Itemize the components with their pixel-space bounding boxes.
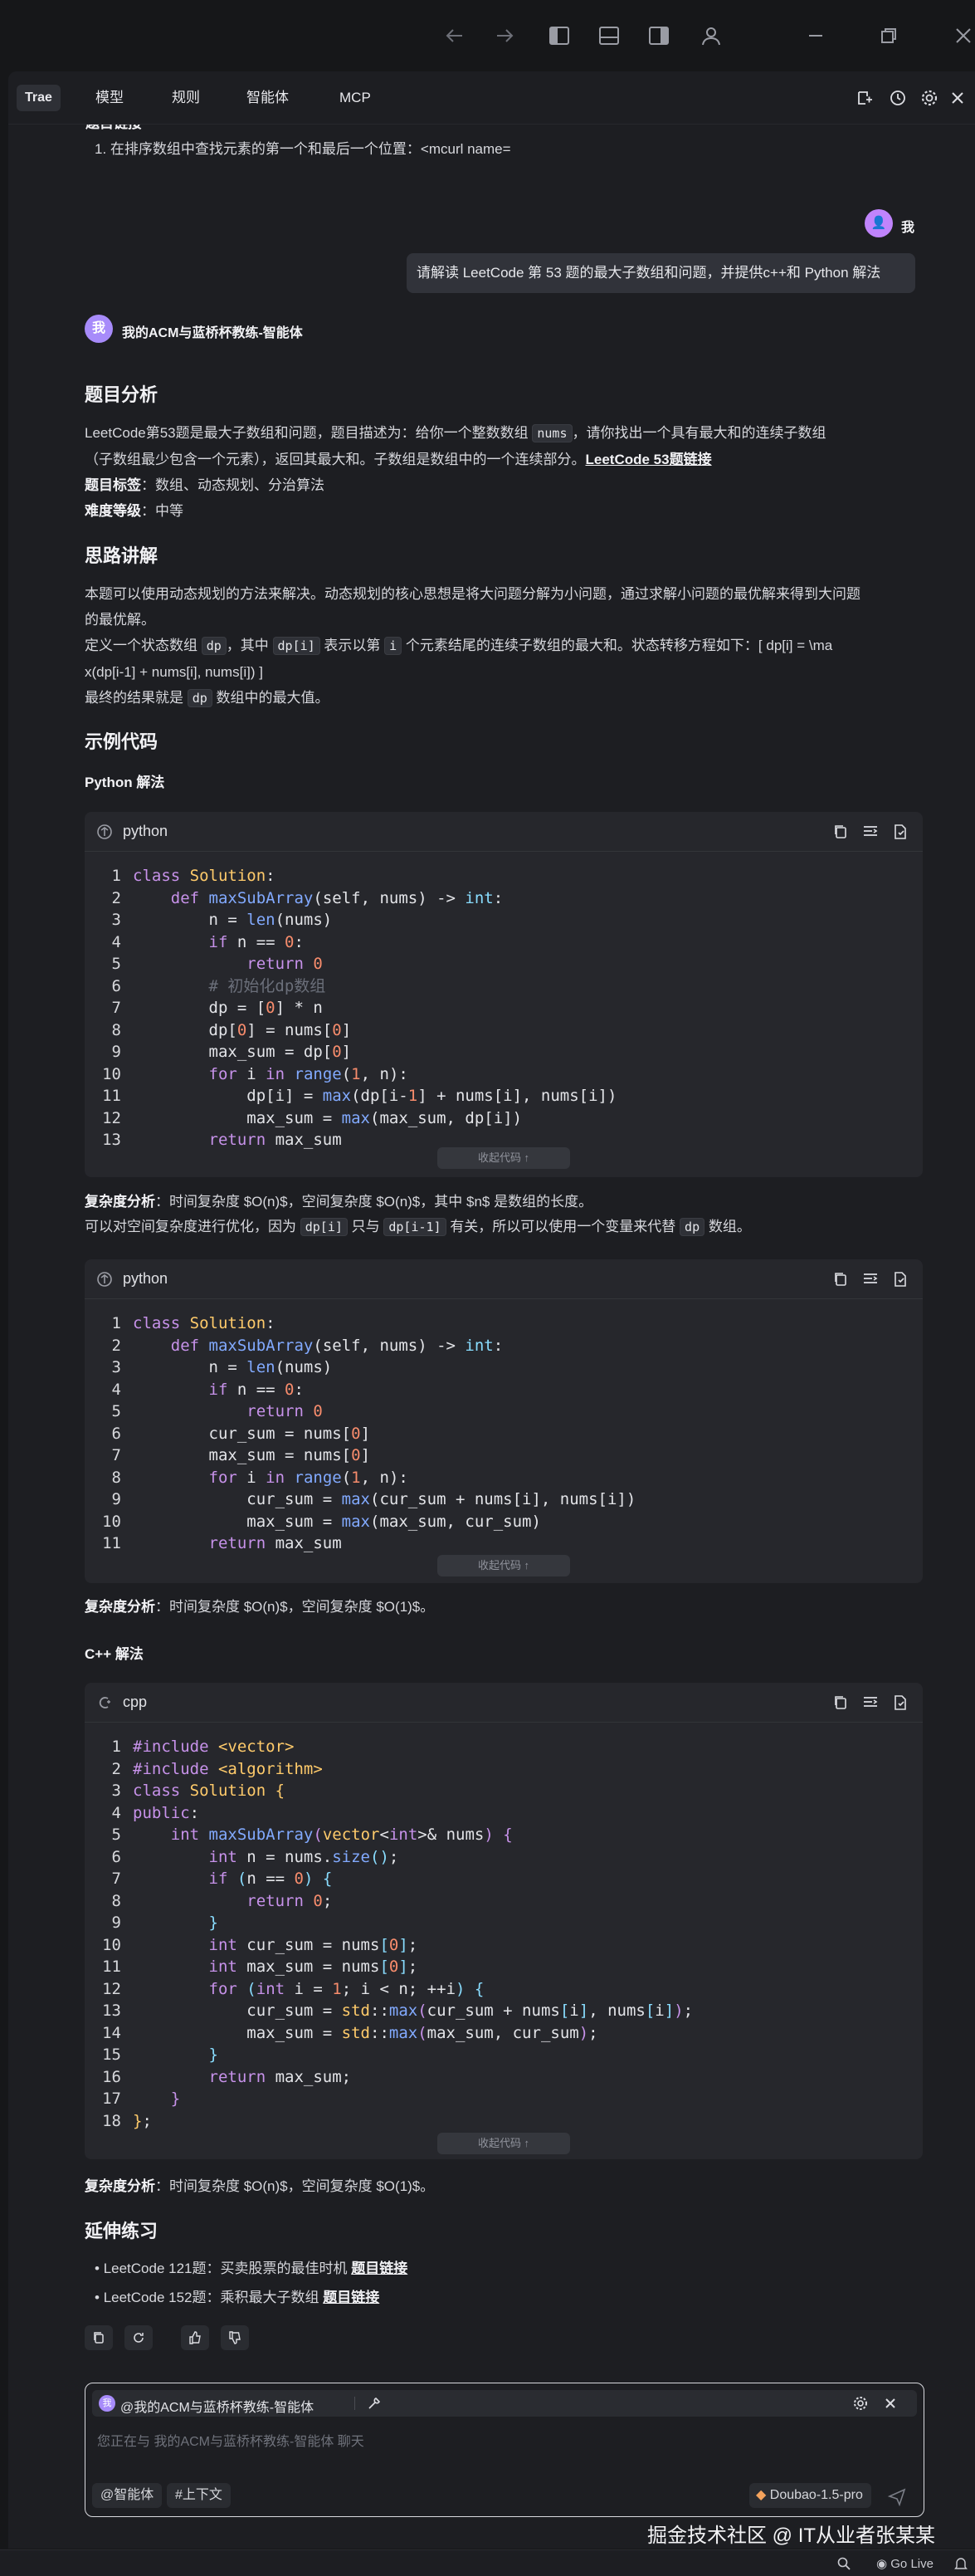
mention-agent-button[interactable]: @智能体 (92, 2483, 163, 2508)
notifications-icon[interactable] (954, 2556, 968, 2571)
code-language-icon (96, 1271, 113, 1288)
code-block-python-2: python 1 class Solution: 2 def maxSubArra… (85, 1259, 923, 1583)
agent-tag-avatar: 我 (99, 2395, 115, 2412)
broadcast-icon: ◉ (876, 2557, 888, 2571)
code-block-header: python (85, 812, 923, 852)
thumbs-up-button[interactable] (181, 2325, 209, 2350)
agent-tag-bar: 我 @我的ACM与蓝桥杯教练-智能体 (92, 2390, 917, 2417)
insert-code-icon[interactable] (861, 1270, 880, 1288)
copy-icon (94, 2332, 104, 2344)
agent-tag-label: @我的ACM与蓝桥杯教练-智能体 (120, 2401, 314, 2415)
code-block-cpp: cpp 1 #include <vector> 2 #include <algori… (85, 1683, 923, 2159)
section-heading-extension: 延伸练习 (85, 2221, 158, 2241)
code-language-icon (96, 1694, 113, 1711)
copy-code-icon[interactable] (831, 1270, 850, 1288)
complexity-analysis-1: 复杂度分析：时间复杂度 $O(n)$，空间复杂度 $O(n)$，其中 $n$ 是… (85, 1194, 593, 1210)
ai-chat-panel: Trae 模型 规则 智能体 MCP 题目链接 1. 在排序数组中查找元素的第一… (8, 71, 975, 2549)
user-avatar: 👤 (865, 209, 893, 237)
complexity-analysis-2: 复杂度分析：时间复杂度 $O(n)$，空间复杂度 $O(1)$。 (85, 1599, 435, 1615)
back-arrow-icon[interactable] (441, 22, 469, 50)
collapse-code-button[interactable]: 收起代码 ↑ (437, 1555, 570, 1576)
status-bar: ◉ Go Live (0, 2549, 975, 2576)
apply-code-icon[interactable] (891, 823, 909, 841)
tab-agents[interactable]: 智能体 (238, 85, 297, 111)
go-live-button[interactable]: ◉ Go Live (876, 2556, 934, 2571)
section-heading-thinking: 思路讲解 (85, 545, 158, 566)
model-icon: ◆ (756, 2488, 767, 2502)
cut-heading: 题目链接 (85, 125, 142, 132)
refresh-icon (134, 2333, 144, 2343)
tab-trae[interactable]: Trae (17, 85, 61, 111)
minimize-icon[interactable] (802, 22, 830, 50)
remove-agent-icon[interactable] (884, 2397, 897, 2410)
restore-icon[interactable] (875, 22, 903, 50)
add-context-button[interactable]: #上下文 (167, 2483, 231, 2508)
user-message-bubble: 请解读 LeetCode 第 53 题的最大子数组和问题，并提供c++和 Pyt… (407, 253, 915, 293)
copy-response-button[interactable] (85, 2325, 113, 2350)
settings-gear-icon[interactable] (918, 86, 941, 110)
toggle-right-panel-icon[interactable] (645, 22, 673, 50)
account-icon[interactable] (697, 22, 725, 50)
toggle-bottom-panel-icon[interactable] (595, 22, 623, 50)
new-chat-icon[interactable] (853, 86, 876, 110)
chat-input-box: 我 @我的ACM与蓝桥杯教练-智能体 您正在与 我的ACM与蓝桥杯教练-智能体 … (85, 2383, 924, 2517)
thinking-paragraph: 本题可以使用动态规划的方法来解决。动态规划的核心思想是将大问题分解为小问题，通过… (85, 586, 860, 707)
python-heading: Python 解法 (85, 775, 165, 790)
problem-link[interactable]: LeetCode 53题链接 (586, 452, 712, 467)
copy-code-icon[interactable] (831, 1694, 850, 1712)
optimize-note: 可以对空间复杂度进行优化，因为 dp[i] 只与 dp[i-1] 有关，所以可以… (85, 1218, 751, 1236)
complexity-analysis-3: 复杂度分析：时间复杂度 $O(n)$，空间复杂度 $O(1)$。 (85, 2178, 435, 2194)
extension-list: • LeetCode 121题：买卖股票的最佳时机 题目链接 • LeetCod… (95, 2256, 407, 2310)
close-panel-icon[interactable] (946, 86, 969, 110)
collapse-code-button[interactable]: 收起代码 ↑ (437, 2133, 570, 2154)
agent-tag-divider (354, 2397, 355, 2410)
extension-link-2[interactable]: 题目链接 (323, 2290, 379, 2305)
list-item: • LeetCode 121题：买卖股票的最佳时机 题目链接 (95, 2261, 408, 2276)
model-selector[interactable]: ◆ Doubao-1.5-pro (749, 2483, 871, 2508)
apply-code-icon[interactable] (891, 1270, 909, 1288)
list-item: • LeetCode 152题：乘积最大子数组 题目链接 (95, 2290, 380, 2305)
zoom-icon[interactable] (836, 2556, 851, 2571)
tools-icon[interactable] (366, 2395, 383, 2412)
thumbs-up-icon (189, 2331, 201, 2344)
regenerate-button[interactable] (124, 2325, 153, 2350)
tab-rules[interactable]: 规则 (163, 85, 208, 111)
agent-name: 我的ACM与蓝桥杯教练-智能体 (122, 326, 303, 340)
thumbs-down-button[interactable] (221, 2325, 249, 2350)
send-icon[interactable] (887, 2486, 907, 2506)
chat-input-field[interactable]: 您正在与 我的ACM与蓝桥杯教练-智能体 聊天 (97, 2430, 364, 2450)
code-language-icon (96, 824, 113, 840)
agent-avatar: 我 (85, 315, 113, 343)
agent-settings-icon[interactable] (852, 2395, 869, 2412)
section-heading-examples: 示例代码 (85, 731, 158, 752)
user-name: 我 (901, 221, 915, 235)
insert-code-icon[interactable] (861, 1694, 880, 1712)
chat-content: 题目链接 1. 在排序数组中查找元素的第一个和最后一个位置：<mcurl nam… (8, 125, 975, 2441)
tab-mcp[interactable]: MCP (331, 85, 379, 111)
code-block-body[interactable]: 1 class Solution: 2 def maxSubArray(self,… (85, 1299, 923, 1555)
apply-code-icon[interactable] (891, 1694, 909, 1712)
toggle-left-panel-icon[interactable] (545, 22, 573, 50)
close-window-icon[interactable] (949, 22, 975, 50)
analysis-paragraph: LeetCode第53题是最大子数组和问题，题目描述为：给你一个整数数组 num… (85, 424, 826, 519)
thumbs-down-icon (229, 2331, 241, 2344)
code-block-python-1: python 1 class Solution: 2 def maxSubArra… (85, 812, 923, 1177)
section-heading-analysis: 题目分析 (85, 384, 158, 405)
collapse-code-button[interactable]: 收起代码 ↑ (437, 1147, 570, 1169)
window-titlebar (0, 0, 975, 71)
copy-code-icon[interactable] (831, 823, 850, 841)
watermark: 掘金技术社区 @ IT从业者张某某 (647, 2525, 936, 2547)
code-block-body[interactable]: 1 #include <vector> 2 #include <algorithm>… (85, 1723, 923, 2132)
code-block-body[interactable]: 1 class Solution: 2 def maxSubArray(self,… (85, 852, 923, 1151)
cpp-heading: C++ 解法 (85, 1646, 144, 1662)
forward-arrow-icon[interactable] (490, 22, 519, 50)
extension-link-1[interactable]: 题目链接 (351, 2261, 407, 2276)
insert-code-icon[interactable] (861, 823, 880, 841)
history-icon[interactable] (886, 86, 909, 110)
cut-list-item: 1. 在排序数组中查找元素的第一个和最后一个位置：<mcurl name= (95, 141, 511, 157)
tab-models[interactable]: 模型 (87, 85, 132, 111)
code-block-header: python (85, 1259, 923, 1299)
panel-tab-bar: Trae 模型 规则 智能体 MCP (8, 71, 975, 125)
code-block-header: cpp (85, 1683, 923, 1723)
